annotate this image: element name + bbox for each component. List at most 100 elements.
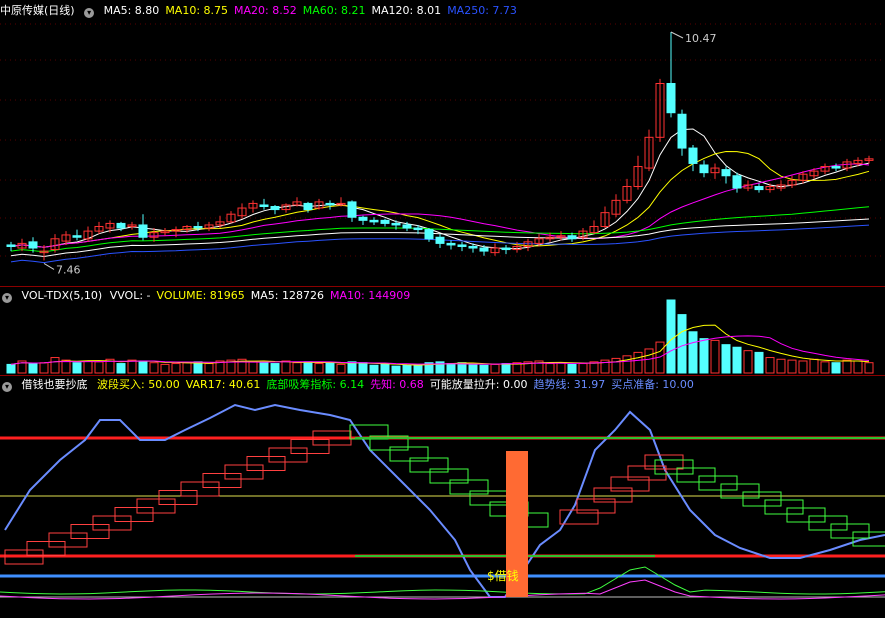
stock-chart[interactable]: 10.47 7.46 $借钱 xyxy=(0,0,885,618)
volume-bar xyxy=(567,363,577,374)
rising-step-box xyxy=(290,439,330,454)
volume-bar xyxy=(248,361,258,374)
volume-bar xyxy=(479,364,489,374)
volume-bar xyxy=(622,355,632,374)
volume-bar xyxy=(798,360,808,374)
volume-bar xyxy=(732,346,742,374)
high-marker xyxy=(670,31,684,39)
rising-step-box xyxy=(92,515,132,531)
falling-step-box xyxy=(786,507,826,523)
volume-bar xyxy=(160,363,170,374)
candle-body xyxy=(369,219,379,223)
volume-bar xyxy=(776,358,786,374)
volume-bar xyxy=(39,362,49,374)
rising-step-box xyxy=(224,464,264,480)
rising-step-box xyxy=(48,532,88,548)
volume-bar xyxy=(820,361,830,374)
volume-bar xyxy=(721,344,731,374)
volume-bar xyxy=(809,358,819,374)
candle-body xyxy=(468,245,478,249)
volume-bar xyxy=(490,363,500,374)
candle-body xyxy=(138,224,148,238)
volume-bar xyxy=(28,363,38,374)
candle-body xyxy=(754,186,764,191)
rising-step-box xyxy=(70,524,110,539)
falling-step-box xyxy=(830,523,870,539)
falling-step-box xyxy=(654,459,694,475)
volume-bar xyxy=(391,365,401,374)
falling-step-box xyxy=(469,490,509,506)
candle-body xyxy=(424,229,434,240)
prophet-line xyxy=(0,579,885,600)
volume-bar xyxy=(545,363,555,374)
volume-bar xyxy=(358,362,368,374)
falling-step-box xyxy=(429,468,469,484)
volume-bar xyxy=(171,363,181,374)
rising-step-box xyxy=(114,507,154,522)
volume-bar xyxy=(413,363,423,374)
volume-bar xyxy=(347,361,357,374)
falling-step-box xyxy=(449,479,489,495)
volume-bar xyxy=(754,351,764,374)
volume-bar xyxy=(831,362,841,374)
candle-body xyxy=(677,113,687,149)
rising-step-box xyxy=(158,490,198,505)
rising-step-box xyxy=(627,465,667,481)
volume-bar xyxy=(270,363,280,374)
rising-step-box xyxy=(268,447,308,463)
falling-step-box xyxy=(742,491,782,507)
rising-step-box xyxy=(26,541,66,556)
volume-bar xyxy=(501,363,511,374)
falling-step-box xyxy=(389,446,429,462)
candle-body xyxy=(446,242,456,246)
candle-body xyxy=(567,235,577,240)
volume-bar xyxy=(633,351,643,374)
volume-bar xyxy=(699,338,709,374)
volume-bar xyxy=(864,362,874,374)
volume-bar xyxy=(743,350,753,374)
candle-body xyxy=(688,147,698,164)
volume-bar xyxy=(94,361,104,374)
candle-body xyxy=(831,166,841,169)
rising-step-box xyxy=(136,498,176,514)
rising-step-box xyxy=(180,481,220,497)
volume-bar xyxy=(677,314,687,374)
volume-bar xyxy=(259,362,269,374)
falling-step-box xyxy=(676,467,716,483)
volume-bar xyxy=(468,363,478,374)
volume-bar xyxy=(710,339,720,374)
rising-step-box xyxy=(576,498,616,514)
volume-bar xyxy=(765,357,775,374)
falling-step-box xyxy=(808,515,848,531)
candle-body xyxy=(391,222,401,226)
volume-bar xyxy=(853,360,863,374)
candle-body xyxy=(325,202,335,206)
candle-body xyxy=(457,244,467,247)
volume-bar xyxy=(116,363,126,374)
candle-body xyxy=(193,225,203,229)
volume-bar xyxy=(842,359,852,374)
volume-bar xyxy=(72,362,82,374)
falling-step-box xyxy=(764,499,804,515)
volume-bar xyxy=(336,363,346,374)
candle-body xyxy=(435,236,445,244)
volume-bar xyxy=(402,364,412,374)
candle-body xyxy=(666,83,676,114)
candle-body xyxy=(347,201,357,218)
candle-body xyxy=(501,247,511,251)
candle-body xyxy=(380,219,390,224)
candle-body xyxy=(28,241,38,249)
falling-step-box xyxy=(409,457,449,473)
candle-body xyxy=(6,244,16,247)
volume-bar xyxy=(204,363,214,374)
low-label: 7.46 xyxy=(56,263,81,276)
volume-bar xyxy=(6,363,16,374)
accumulation-line xyxy=(0,566,885,595)
volume-bar xyxy=(314,363,324,374)
volume-bar xyxy=(578,363,588,374)
volume-bar xyxy=(644,348,654,374)
volume-bar xyxy=(325,362,335,374)
volume-bar xyxy=(182,362,192,374)
candle-body xyxy=(479,247,489,252)
volume-bar xyxy=(303,361,313,374)
